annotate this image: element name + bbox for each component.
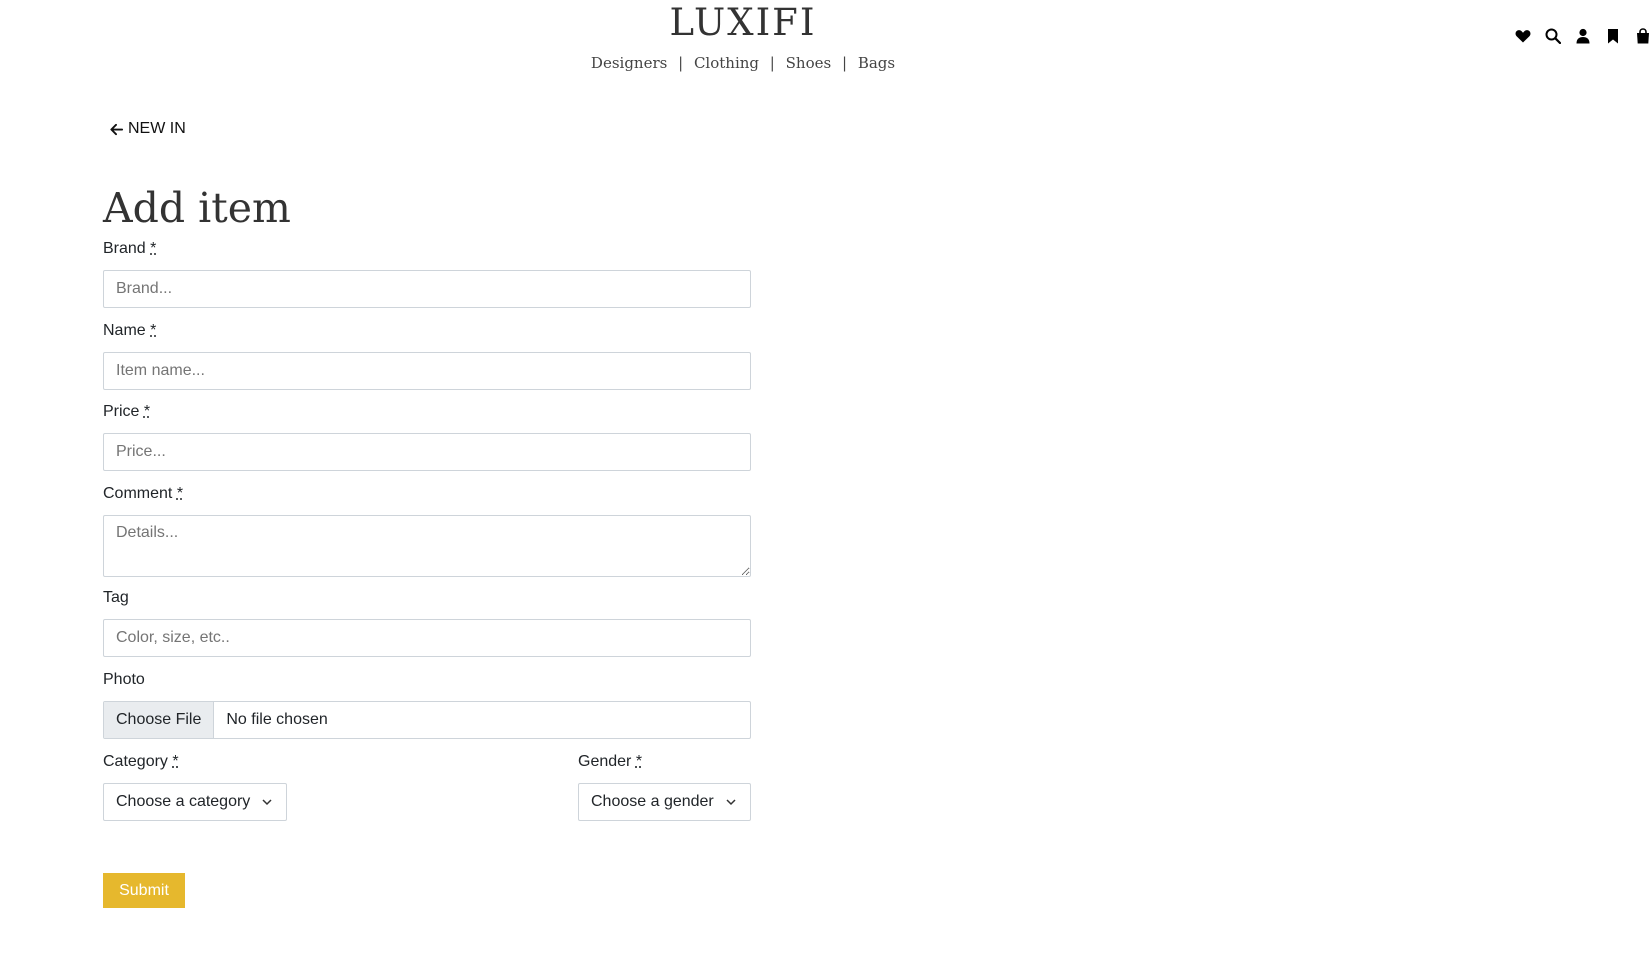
name-label: Name *: [103, 322, 751, 344]
required-marker: *: [150, 240, 157, 257]
nav-designers[interactable]: Designers: [591, 54, 667, 72]
choose-file-button[interactable]: Choose File: [104, 702, 215, 738]
tag-label: Tag: [103, 589, 129, 606]
gender-field: Gender * Choose a gender: [578, 753, 751, 821]
back-link-new-in[interactable]: NEW IN: [109, 120, 186, 138]
nav-separator: |: [769, 54, 775, 72]
search-icon[interactable]: [1545, 28, 1561, 44]
nav-clothing[interactable]: Clothing: [694, 54, 759, 72]
name-label-text: Name: [103, 322, 146, 339]
main-nav: Designers | Clothing | Shoes | Bags: [0, 54, 1486, 72]
nav-bags[interactable]: Bags: [858, 54, 895, 72]
required-marker: *: [176, 485, 184, 502]
name-field: Name *: [103, 322, 751, 390]
submit-button[interactable]: Submit: [103, 873, 185, 908]
header-icons: [1515, 28, 1651, 44]
shopping-bag-icon[interactable]: [1635, 28, 1651, 44]
site-logo[interactable]: LUXIFI: [0, 0, 1486, 46]
comment-label-text: Comment: [103, 485, 173, 502]
gender-select[interactable]: Choose a gender: [578, 783, 751, 821]
required-marker: *: [635, 753, 643, 770]
nav-separator: |: [841, 54, 848, 72]
price-field: Price *: [103, 403, 751, 471]
nav-separator: |: [678, 54, 684, 72]
category-label: Category *: [103, 753, 287, 775]
photo-label: Photo: [103, 671, 145, 688]
chevron-down-icon: [262, 799, 272, 806]
brand-label-text: Brand: [103, 240, 146, 257]
brand-label: Brand *: [103, 240, 751, 262]
name-input[interactable]: [103, 352, 751, 390]
back-link-label: NEW IN: [128, 120, 186, 137]
required-marker: *: [150, 322, 157, 339]
required-marker: *: [172, 753, 179, 770]
category-selected-value: Choose a category: [116, 793, 251, 810]
heart-icon[interactable]: [1515, 28, 1531, 44]
required-marker: *: [143, 403, 151, 420]
file-status-text: No file chosen: [226, 711, 328, 728]
user-icon[interactable]: [1575, 28, 1591, 44]
gender-label: Gender *: [578, 753, 751, 775]
nav-shoes[interactable]: Shoes: [786, 54, 832, 72]
category-field: Category * Choose a category: [103, 753, 288, 821]
category-label-text: Category: [103, 753, 168, 770]
price-label: Price *: [103, 403, 751, 425]
brand-input[interactable]: [103, 270, 751, 308]
comment-textarea[interactable]: [103, 515, 751, 577]
comment-label: Comment *: [103, 485, 751, 507]
photo-field: Photo Choose File No file chosen: [103, 671, 751, 739]
comment-field: Comment *: [103, 485, 751, 582]
category-select[interactable]: Choose a category: [103, 783, 288, 821]
price-input[interactable]: [103, 433, 751, 471]
page-title: Add item: [103, 184, 291, 232]
bookmark-icon[interactable]: [1605, 28, 1621, 44]
price-label-text: Price: [103, 403, 140, 420]
gender-label-text: Gender: [578, 753, 632, 770]
gender-selected-value: Choose a gender: [591, 793, 714, 810]
tag-field: Tag: [103, 589, 751, 657]
arrow-left-icon: [110, 123, 124, 135]
chevron-down-icon: [726, 799, 736, 806]
site-header: LUXIFI Designers | Clothing | Shoes | Ba…: [0, 0, 1651, 95]
photo-file-input[interactable]: Choose File No file chosen: [103, 701, 751, 739]
tag-input[interactable]: [103, 619, 751, 657]
brand-field: Brand *: [103, 240, 751, 308]
